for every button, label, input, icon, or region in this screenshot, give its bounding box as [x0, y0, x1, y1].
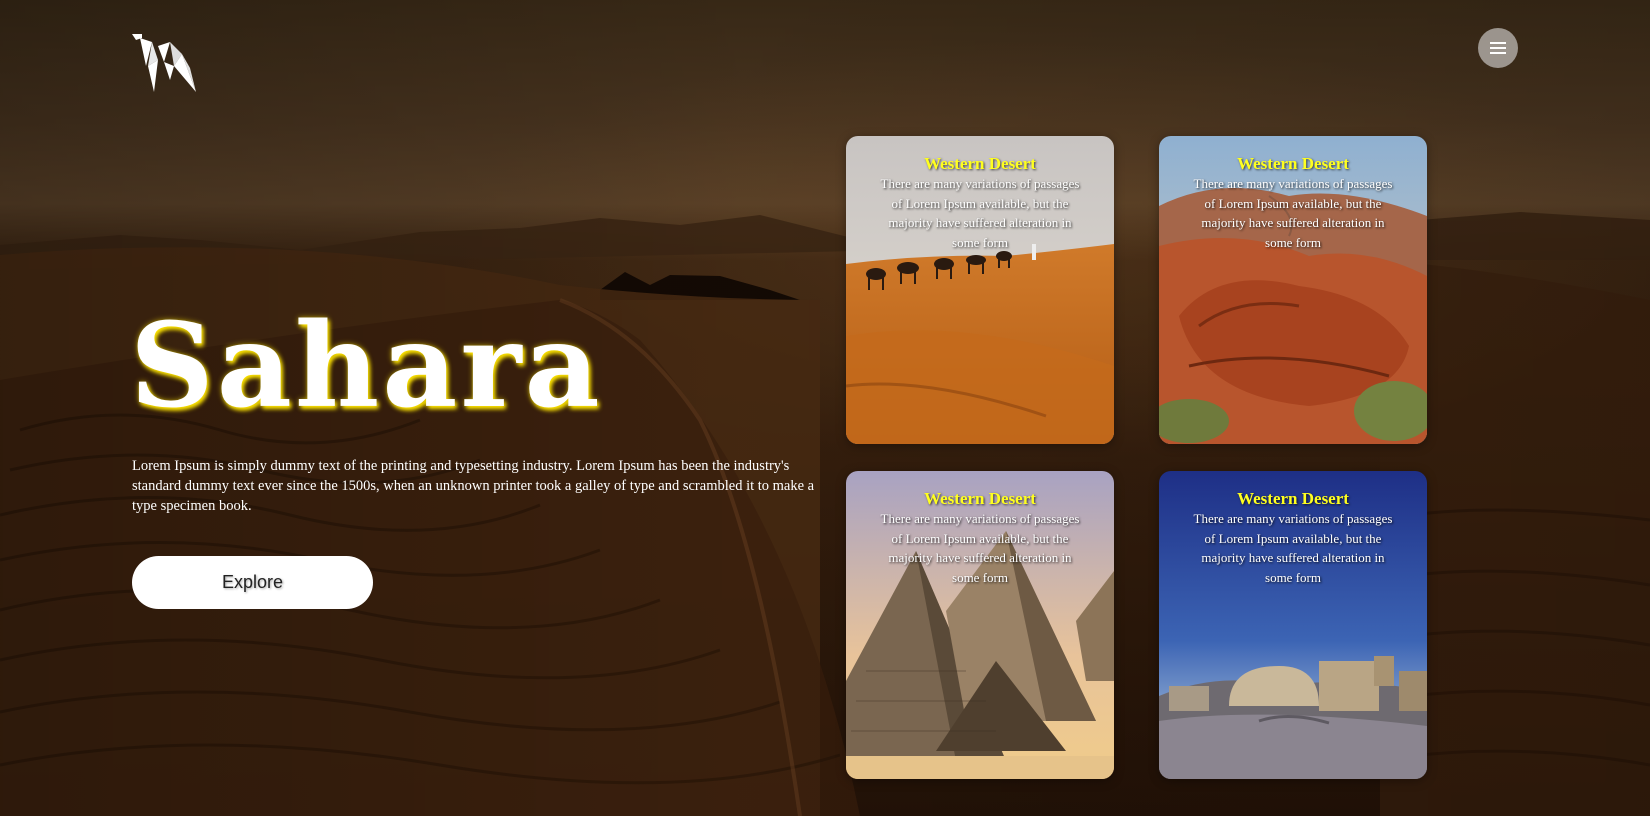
destination-card[interactable]: Western Desert There are many variations… — [1159, 471, 1427, 779]
menu-button[interactable] — [1478, 28, 1518, 68]
hero-title: Sahara — [130, 298, 603, 434]
card-caption: Western Desert There are many variations… — [846, 154, 1114, 252]
hero-description: Lorem Ipsum is simply dummy text of the … — [132, 458, 815, 514]
card-text: There are many variations of passages of… — [1193, 176, 1393, 250]
page: Sahara Lorem Ipsum is simply dummy text … — [0, 0, 1650, 816]
card-text: There are many variations of passages of… — [880, 511, 1080, 585]
destination-card[interactable]: Western Desert There are many variations… — [1159, 136, 1427, 444]
card-title: Western Desert — [924, 489, 1036, 508]
destination-card[interactable]: Western Desert There are many variations… — [846, 471, 1114, 779]
card-title: Western Desert — [1237, 489, 1349, 508]
card-title: Western Desert — [924, 154, 1036, 173]
card-title: Western Desert — [1237, 154, 1349, 173]
origami-camel-logo-icon[interactable] — [130, 32, 200, 94]
card-text: There are many variations of passages of… — [1193, 511, 1393, 585]
card-caption: Western Desert There are many variations… — [1159, 154, 1427, 252]
hamburger-menu-icon — [1490, 41, 1506, 55]
explore-button[interactable]: Explore — [132, 556, 373, 609]
destination-card[interactable]: Western Desert There are many variations… — [846, 136, 1114, 444]
card-caption: Western Desert There are many variations… — [1159, 489, 1427, 587]
card-caption: Western Desert There are many variations… — [846, 489, 1114, 587]
card-text: There are many variations of passages of… — [880, 176, 1080, 250]
